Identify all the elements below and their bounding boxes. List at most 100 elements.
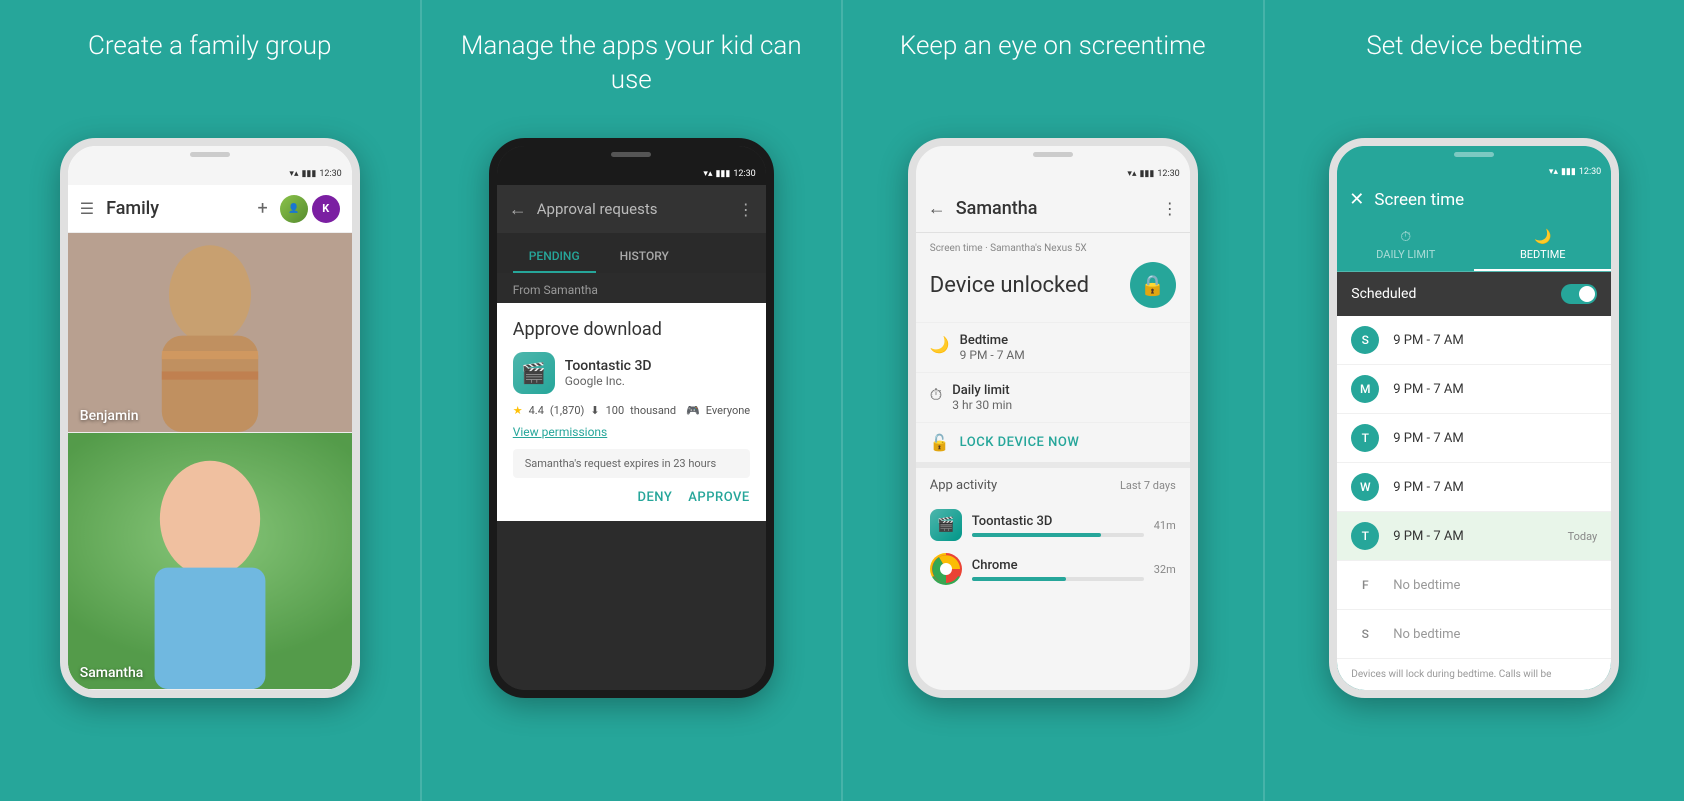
app-name: Toontastic 3D	[565, 358, 750, 374]
more-menu-3[interactable]: ⋮	[1162, 199, 1178, 218]
lock-now-row[interactable]: 🔓 LOCK DEVICE NOW	[916, 422, 1190, 462]
avatar-group: 👤 K	[280, 195, 340, 223]
rating-value: 4.4	[529, 404, 544, 417]
lock-now-label: LOCK DEVICE NOW	[960, 435, 1080, 450]
day-time-s1: 9 PM - 7 AM	[1393, 333, 1597, 348]
permissions-link[interactable]: View permissions	[513, 425, 750, 439]
toontastic-name: Toontastic 3D	[972, 514, 1144, 529]
bedtime-row: 🌙 Bedtime 9 PM - 7 AM	[916, 322, 1190, 372]
tab-daily-limit[interactable]: ⏱ DAILY LIMIT	[1337, 219, 1474, 271]
toontastic-bar-bg	[972, 533, 1144, 537]
day-time-s2: No bedtime	[1393, 627, 1597, 642]
day-circle-m: M	[1351, 375, 1379, 403]
back-button-2[interactable]: ←	[509, 199, 527, 220]
chrome-info: Chrome	[972, 558, 1144, 581]
day-circle-t1: T	[1351, 424, 1379, 452]
day-circle-t2: T	[1351, 522, 1379, 550]
day-circle-w: W	[1351, 473, 1379, 501]
phone-1: ▾▴ ▮▮▮ 12:30 ☰ Family + 👤 K	[60, 138, 360, 698]
day-circle-s2: S	[1351, 620, 1379, 648]
toggle-knob	[1579, 286, 1595, 302]
star-icon: ★	[513, 404, 523, 417]
panel2-title: Manage the apps your kid can use	[442, 30, 822, 110]
day-time-t2: 9 PM - 7 AM	[1393, 529, 1567, 544]
timer-tab-icon: ⏱	[1400, 229, 1411, 245]
phone-3: ▾▴ ▮▮▮ 12:30 ← Samantha ⋮ Screen time · …	[908, 138, 1198, 698]
chrome-icon	[930, 553, 962, 585]
app-row-chrome: Chrome 32m	[916, 547, 1190, 591]
child-card-samantha[interactable]: Samantha	[68, 433, 352, 690]
timer-icon: ⏱	[930, 385, 942, 405]
from-label: From Samantha	[497, 273, 766, 303]
day-row-wednesday[interactable]: W 9 PM - 7 AM	[1337, 463, 1611, 512]
day-row-saturday[interactable]: S No bedtime	[1337, 610, 1611, 659]
time-3: 12:30	[1157, 169, 1179, 179]
p4-toolbar-title: Screen time	[1374, 190, 1599, 210]
panel4-title: Set device bedtime	[1366, 30, 1582, 110]
scheduled-label: Scheduled	[1351, 286, 1416, 302]
day-circle-f: F	[1351, 571, 1379, 599]
panel-screentime: Keep an eye on screentime ▾▴ ▮▮▮ 12:30 ←…	[841, 0, 1263, 801]
chrome-bar-bg	[972, 577, 1144, 581]
phone4-speaker	[1454, 152, 1494, 157]
status-bar-3: ▾▴ ▮▮▮ 12:30	[916, 163, 1190, 185]
day-row-sunday[interactable]: S 9 PM - 7 AM	[1337, 316, 1611, 365]
rating-row: ★ 4.4 (1,870) ⬇ 100 100 thousand thousan…	[513, 404, 750, 417]
app-activity-header: App activity Last 7 days	[916, 468, 1190, 503]
panel-bedtime: Set device bedtime ▾▴ ▮▮▮ 12:30 ✕ Screen…	[1263, 0, 1684, 801]
toontastic-bar	[972, 533, 1101, 537]
toontastic-icon: 🎬	[930, 509, 962, 541]
daily-limit-info: Daily limit 3 hr 30 min	[952, 383, 1012, 412]
time-2: 12:30	[733, 169, 755, 179]
daily-limit-tab-label: DAILY LIMIT	[1376, 248, 1435, 261]
app-activity-label: App activity	[930, 478, 997, 493]
day-row-tuesday[interactable]: T 9 PM - 7 AM	[1337, 414, 1611, 463]
status-bar-4: ▾▴ ▮▮▮ 12:30	[1337, 163, 1611, 181]
daily-limit-value: 3 hr 30 min	[952, 398, 1012, 412]
p4-body: Scheduled S 9 PM - 7 AM M 9 PM - 7 AM	[1337, 272, 1611, 690]
lock-circle[interactable]: 🔒	[1130, 262, 1176, 308]
chrome-bar	[972, 577, 1067, 581]
p4-toolbar: ✕ Screen time	[1337, 181, 1611, 219]
last7-label: Last 7 days	[1120, 479, 1176, 492]
tab-history[interactable]: HISTORY	[604, 241, 685, 273]
add-member-icon[interactable]: +	[258, 198, 268, 219]
more-menu-2[interactable]: ⋮	[738, 200, 754, 219]
app-dev: Google Inc.	[565, 374, 750, 388]
phone-4: ▾▴ ▮▮▮ 12:30 ✕ Screen time ⏱ DAILY LIMIT…	[1329, 138, 1619, 698]
toontastic-time: 41m	[1154, 519, 1176, 532]
back-button-3[interactable]: ←	[928, 198, 946, 219]
audience-label: Everyone	[706, 404, 750, 417]
scheduled-row: Scheduled	[1337, 272, 1611, 316]
samantha-label: Samantha	[80, 665, 144, 681]
day-row-thursday[interactable]: T 9 PM - 7 AM Today	[1337, 512, 1611, 561]
benjamin-photo	[68, 233, 352, 432]
child-card-benjamin[interactable]: Benjamin	[68, 233, 352, 433]
p2-toolbar: ← Approval requests ⋮	[497, 185, 766, 233]
day-row-friday[interactable]: F No bedtime	[1337, 561, 1611, 610]
status-icons-1: ▾▴ ▮▮▮ 12:30	[289, 169, 341, 179]
approve-button[interactable]: APPROVE	[688, 490, 749, 505]
hamburger-icon[interactable]: ☰	[80, 199, 94, 218]
action-buttons: DENY APPROVE	[513, 490, 750, 505]
day-row-monday[interactable]: M 9 PM - 7 AM	[1337, 365, 1611, 414]
today-label: Today	[1568, 530, 1598, 543]
daily-limit-label: Daily limit	[952, 383, 1012, 398]
status-bar-2: ▾▴ ▮▮▮ 12:30	[497, 163, 766, 185]
close-button[interactable]: ✕	[1349, 189, 1364, 210]
phone-2: ▾▴ ▮▮▮ 12:30 ← Approval requests ⋮ PENDI…	[489, 138, 774, 698]
panel-family-group: Create a family group ▾▴ ▮▮▮ 12:30 ☰ Fam…	[0, 0, 420, 801]
deny-button[interactable]: DENY	[637, 490, 672, 505]
schedule-toggle[interactable]	[1561, 284, 1597, 304]
bedtime-footer: Devices will lock during bedtime. Calls …	[1337, 659, 1611, 690]
panel1-title: Create a family group	[88, 30, 331, 110]
samantha-svg	[68, 433, 352, 689]
p1-toolbar-title: Family	[106, 198, 245, 219]
tab-pending[interactable]: PENDING	[513, 241, 596, 273]
tab-bedtime[interactable]: 🌙 BEDTIME	[1474, 219, 1611, 271]
download-count: 100	[606, 404, 625, 417]
app-info: Toontastic 3D Google Inc.	[565, 358, 750, 388]
panel-apps: Manage the apps your kid can use ▾▴ ▮▮▮ …	[420, 0, 842, 801]
phone2-speaker	[611, 152, 651, 157]
app-row-toontastic: 🎬 Toontastic 3D 41m	[916, 503, 1190, 547]
